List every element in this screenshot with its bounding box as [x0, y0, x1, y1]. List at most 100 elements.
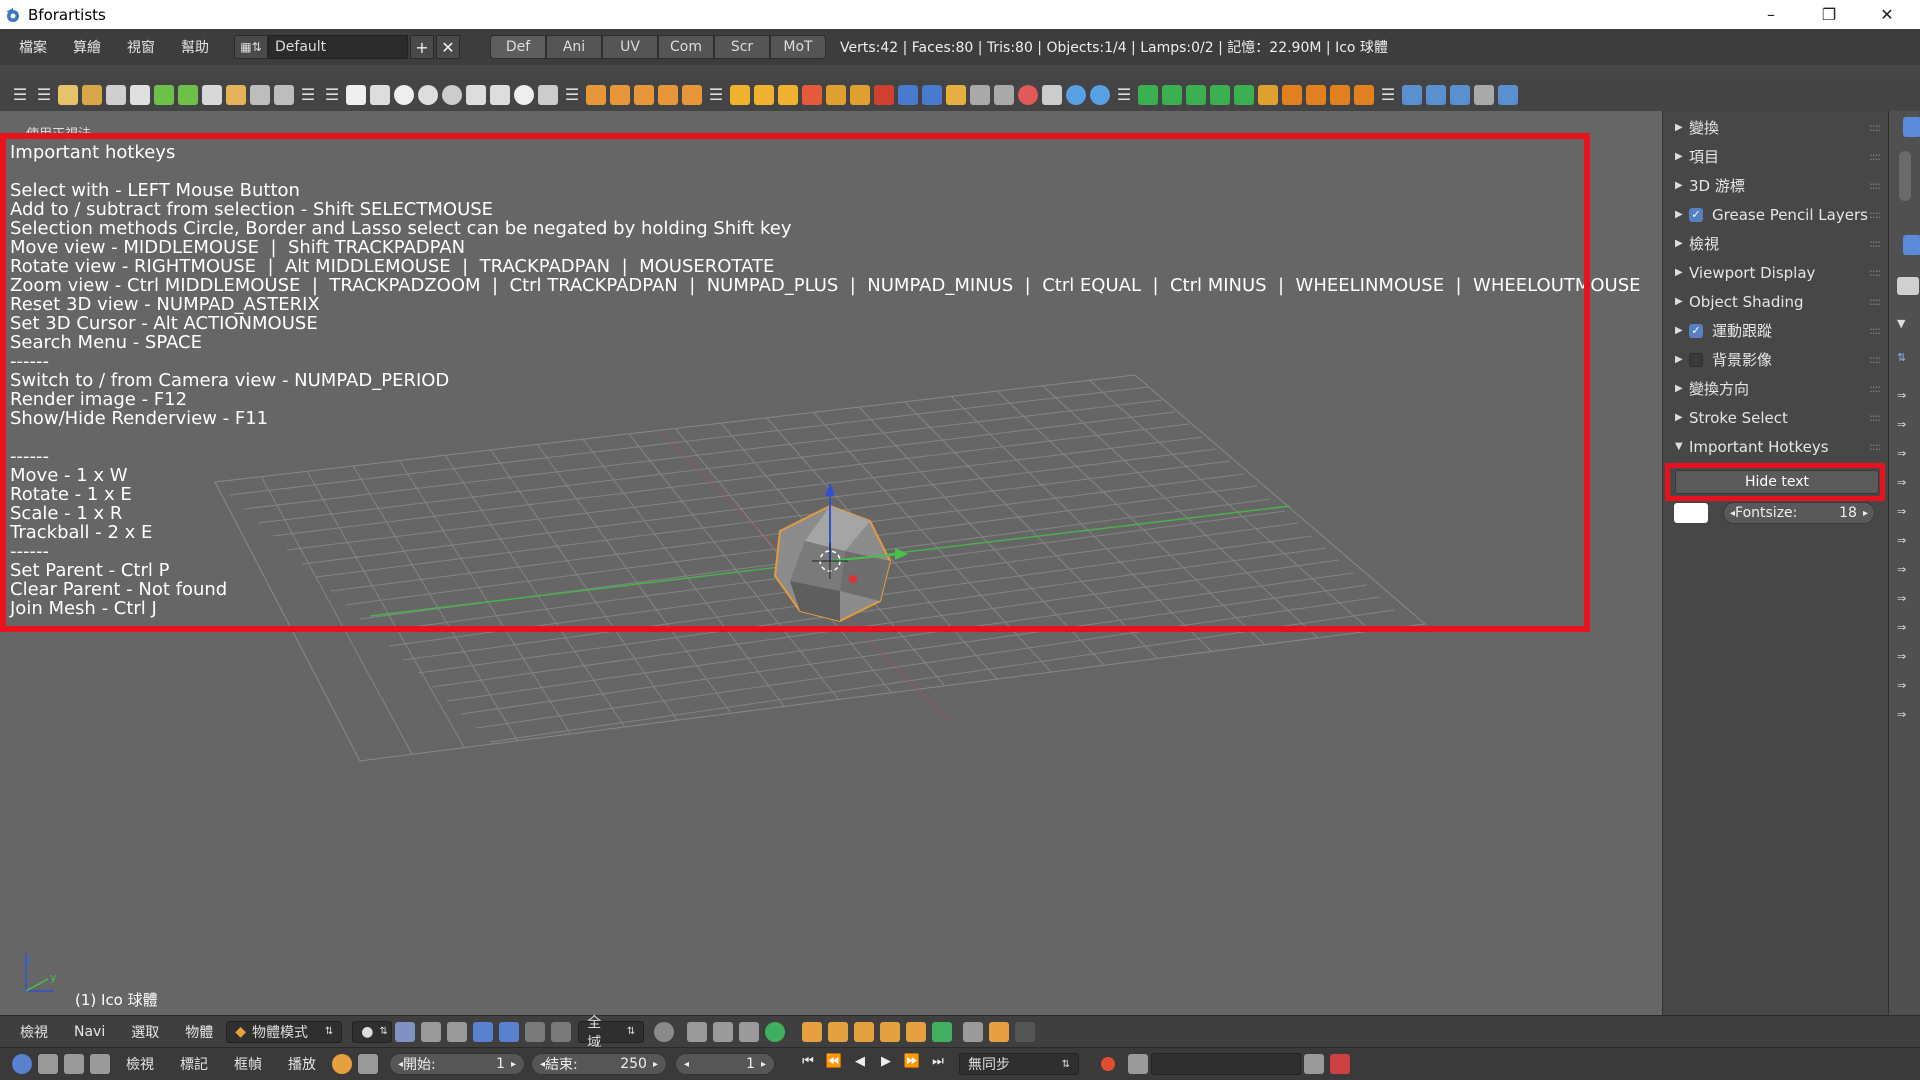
speaker-icon[interactable]: [682, 85, 702, 105]
increment-arrow-icon[interactable]: ▸: [653, 1059, 658, 1070]
menu-icon[interactable]: ☰: [298, 85, 318, 105]
drag-handle-icon[interactable]: ::::: [1869, 179, 1881, 192]
decrement-arrow-icon[interactable]: ◂: [684, 1059, 689, 1070]
pivot-icon[interactable]: [395, 1021, 416, 1042]
current-frame-field[interactable]: ◂ 1 ▸: [675, 1053, 775, 1075]
edit-icon[interactable]: [989, 1021, 1010, 1042]
background-images-checkbox[interactable]: [1689, 352, 1703, 367]
screen-layout-icon[interactable]: ▦⇅: [234, 35, 268, 59]
panel-object-shading[interactable]: ▶ Object Shading::::: [1663, 287, 1888, 316]
panel-motion-tracking[interactable]: ▶ ✓ 運動跟蹤::::: [1663, 316, 1888, 345]
grease-pencil-checkbox[interactable]: ✓: [1689, 207, 1703, 222]
menu-icon[interactable]: ☰: [1114, 85, 1134, 105]
apply-icon[interactable]: [1282, 85, 1302, 105]
tab-scr[interactable]: Scr: [714, 35, 770, 59]
history-icon[interactable]: [1450, 85, 1470, 105]
menu-window[interactable]: 視窗: [114, 29, 168, 65]
preview-range-icon[interactable]: [332, 1054, 352, 1074]
particle-icon[interactable]: [778, 85, 798, 105]
arrow-right-icon[interactable]: ⇒: [1897, 447, 1913, 460]
torus-icon[interactable]: [514, 85, 534, 105]
panel-grease-pencil-layers[interactable]: ▶ ✓ Grease Pencil Layers::::: [1663, 200, 1888, 229]
tools-tab-icon[interactable]: [1903, 235, 1920, 255]
tool-icon[interactable]: [1897, 277, 1919, 295]
apply-icon[interactable]: [1354, 85, 1374, 105]
gpencil-icon[interactable]: [963, 1021, 984, 1042]
scale-manipulator-icon[interactable]: [551, 1021, 572, 1042]
snap-icon[interactable]: [970, 85, 990, 105]
layers-icon[interactable]: [765, 1021, 786, 1042]
graph-icon[interactable]: [38, 1054, 58, 1074]
filter-icon[interactable]: ▼: [1897, 317, 1913, 330]
play-reverse-icon[interactable]: ◀: [850, 1054, 870, 1074]
delete-keyframe-icon[interactable]: [1330, 1054, 1350, 1074]
panel-viewport-display[interactable]: ▶ Viewport Display::::: [1663, 258, 1888, 287]
drag-handle-icon[interactable]: ::::: [1869, 353, 1881, 366]
snap-target-icon[interactable]: [739, 1021, 760, 1042]
menu-marker[interactable]: 標記: [167, 1054, 221, 1074]
panel-view[interactable]: ▶ 檢視::::: [1663, 229, 1888, 258]
parent-icon[interactable]: [1162, 85, 1182, 105]
jump-start-icon[interactable]: ⏮: [798, 1054, 818, 1074]
drag-handle-icon[interactable]: ::::: [1869, 411, 1881, 424]
keying-set-icon[interactable]: [1128, 1054, 1148, 1074]
apply-icon[interactable]: [1330, 85, 1350, 105]
mode-dropdown[interactable]: ◆ 物體模式 ⇅: [226, 1020, 343, 1043]
arrow-right-icon[interactable]: ⇒: [1897, 389, 1913, 402]
menu-help[interactable]: 幫助: [168, 29, 222, 65]
jump-keyframe-back-icon[interactable]: ⏪: [824, 1054, 844, 1074]
scrollbar-thumb[interactable]: [1899, 151, 1911, 201]
menu-navi[interactable]: Navi: [61, 1024, 118, 1040]
minimize-button[interactable]: –: [1742, 0, 1800, 29]
panel-transform-orientations[interactable]: ▶ 變換方向::::: [1663, 374, 1888, 403]
hook-icon[interactable]: [1258, 85, 1278, 105]
panel-stroke-select[interactable]: ▶ Stroke Select::::: [1663, 403, 1888, 432]
undo-icon[interactable]: [1402, 85, 1422, 105]
arrow-right-icon[interactable]: ⇒: [1897, 679, 1913, 692]
jump-end-icon[interactable]: ⏭: [928, 1054, 948, 1074]
transform-icon[interactable]: [898, 85, 918, 105]
drag-handle-icon[interactable]: ::::: [1869, 324, 1881, 337]
start-frame-field[interactable]: ◂ 開始: 1 ▸: [389, 1053, 525, 1075]
menu-playback[interactable]: 播放: [275, 1054, 329, 1074]
motion-tracking-checkbox[interactable]: ✓: [1689, 323, 1703, 338]
drag-handle-icon[interactable]: ::::: [1869, 382, 1881, 395]
hook-icon[interactable]: [1234, 85, 1254, 105]
armature-icon[interactable]: [610, 85, 630, 105]
mirror-icon[interactable]: [922, 85, 942, 105]
dope-sheet-icon[interactable]: [64, 1054, 84, 1074]
pivot-arrows-icon[interactable]: [421, 1021, 442, 1042]
menu-select[interactable]: 選取: [118, 1022, 172, 1042]
tab-uv[interactable]: UV: [602, 35, 658, 59]
drag-handle-icon[interactable]: ::::: [1869, 440, 1881, 453]
panel-important-hotkeys[interactable]: ▼ Important Hotkeys::::: [1663, 432, 1888, 461]
fullscreen-icon[interactable]: [447, 1021, 468, 1042]
screen-icon[interactable]: [1474, 85, 1494, 105]
parent-icon[interactable]: [1138, 85, 1158, 105]
maximize-button[interactable]: ❐: [1800, 0, 1858, 29]
overlay-icon[interactable]: [906, 1021, 927, 1042]
render-icon[interactable]: [250, 85, 270, 105]
drag-handle-icon[interactable]: ::::: [1869, 295, 1881, 308]
record-icon[interactable]: [1101, 1057, 1115, 1071]
increment-arrow-icon[interactable]: ▸: [761, 1059, 766, 1070]
properties-tab-icon[interactable]: [1903, 117, 1920, 137]
translate-manipulator-icon[interactable]: [499, 1021, 520, 1042]
render-region-icon[interactable]: [828, 1021, 849, 1042]
remove-layout-button[interactable]: ✕: [436, 35, 460, 59]
snap-icon[interactable]: [994, 85, 1014, 105]
parent-icon[interactable]: [1210, 85, 1230, 105]
manipulator-icon[interactable]: [473, 1021, 494, 1042]
fontsize-field[interactable]: ◂ Fontsize: 18 ▸: [1723, 502, 1875, 524]
screen-layout-name[interactable]: Default: [268, 35, 408, 59]
particle-icon[interactable]: [730, 85, 750, 105]
render-preview-icon[interactable]: [802, 1021, 823, 1042]
arrow-right-icon[interactable]: ⇒: [1897, 418, 1913, 431]
delete-icon[interactable]: [874, 85, 894, 105]
sort-icon[interactable]: ⇅: [1897, 351, 1913, 364]
insert-keyframe-icon[interactable]: [1304, 1054, 1324, 1074]
save-icon[interactable]: [130, 85, 150, 105]
apply-icon[interactable]: [1306, 85, 1326, 105]
menu-file[interactable]: 檔案: [6, 29, 60, 65]
menu-icon[interactable]: ☰: [322, 85, 342, 105]
